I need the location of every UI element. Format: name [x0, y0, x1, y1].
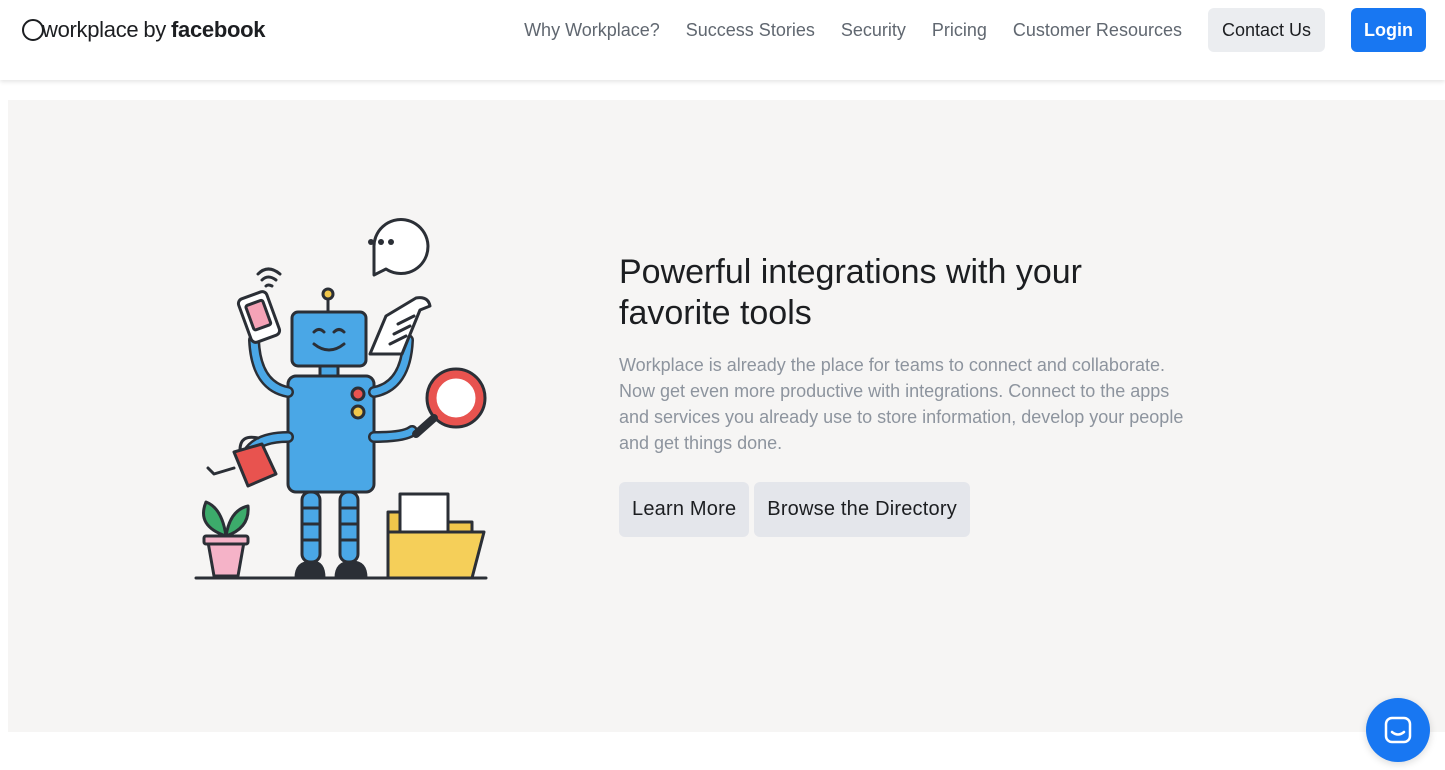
- nav-why-workplace[interactable]: Why Workplace?: [524, 20, 660, 41]
- hero-actions: Learn More Browse the Directory: [619, 482, 970, 537]
- nav-pricing[interactable]: Pricing: [932, 20, 987, 41]
- site-header: workplace by facebook Why Workplace? Suc…: [0, 0, 1445, 80]
- chat-launcher-icon: [1384, 716, 1412, 744]
- nav-customer-resources[interactable]: Customer Resources: [1013, 20, 1182, 41]
- hero-description: Workplace is already the place for teams…: [619, 355, 1184, 453]
- chat-launcher-button[interactable]: [1366, 698, 1430, 762]
- main-nav: Why Workplace? Success Stories Security …: [524, 8, 1445, 52]
- robot-illustration: [194, 218, 488, 580]
- contact-us-button[interactable]: Contact Us: [1207, 8, 1326, 52]
- nav-success-stories[interactable]: Success Stories: [686, 20, 815, 41]
- integrations-hero: Powerful integrations with your favorite…: [8, 100, 1445, 732]
- workplace-logo[interactable]: workplace by facebook: [22, 14, 265, 46]
- browse-directory-button[interactable]: Browse the Directory: [754, 482, 970, 537]
- login-button[interactable]: Login: [1351, 8, 1426, 52]
- logo-word-facebook: facebook: [170, 17, 266, 42]
- learn-more-button[interactable]: Learn More: [619, 482, 750, 537]
- nav-security[interactable]: Security: [841, 20, 906, 41]
- logo-w-circle-icon: [22, 19, 44, 41]
- logo-word-by: by: [143, 17, 166, 42]
- hero-headline: Powerful integrations with your favorite…: [619, 253, 1083, 332]
- logo-word-workplace: workplace: [42, 17, 139, 42]
